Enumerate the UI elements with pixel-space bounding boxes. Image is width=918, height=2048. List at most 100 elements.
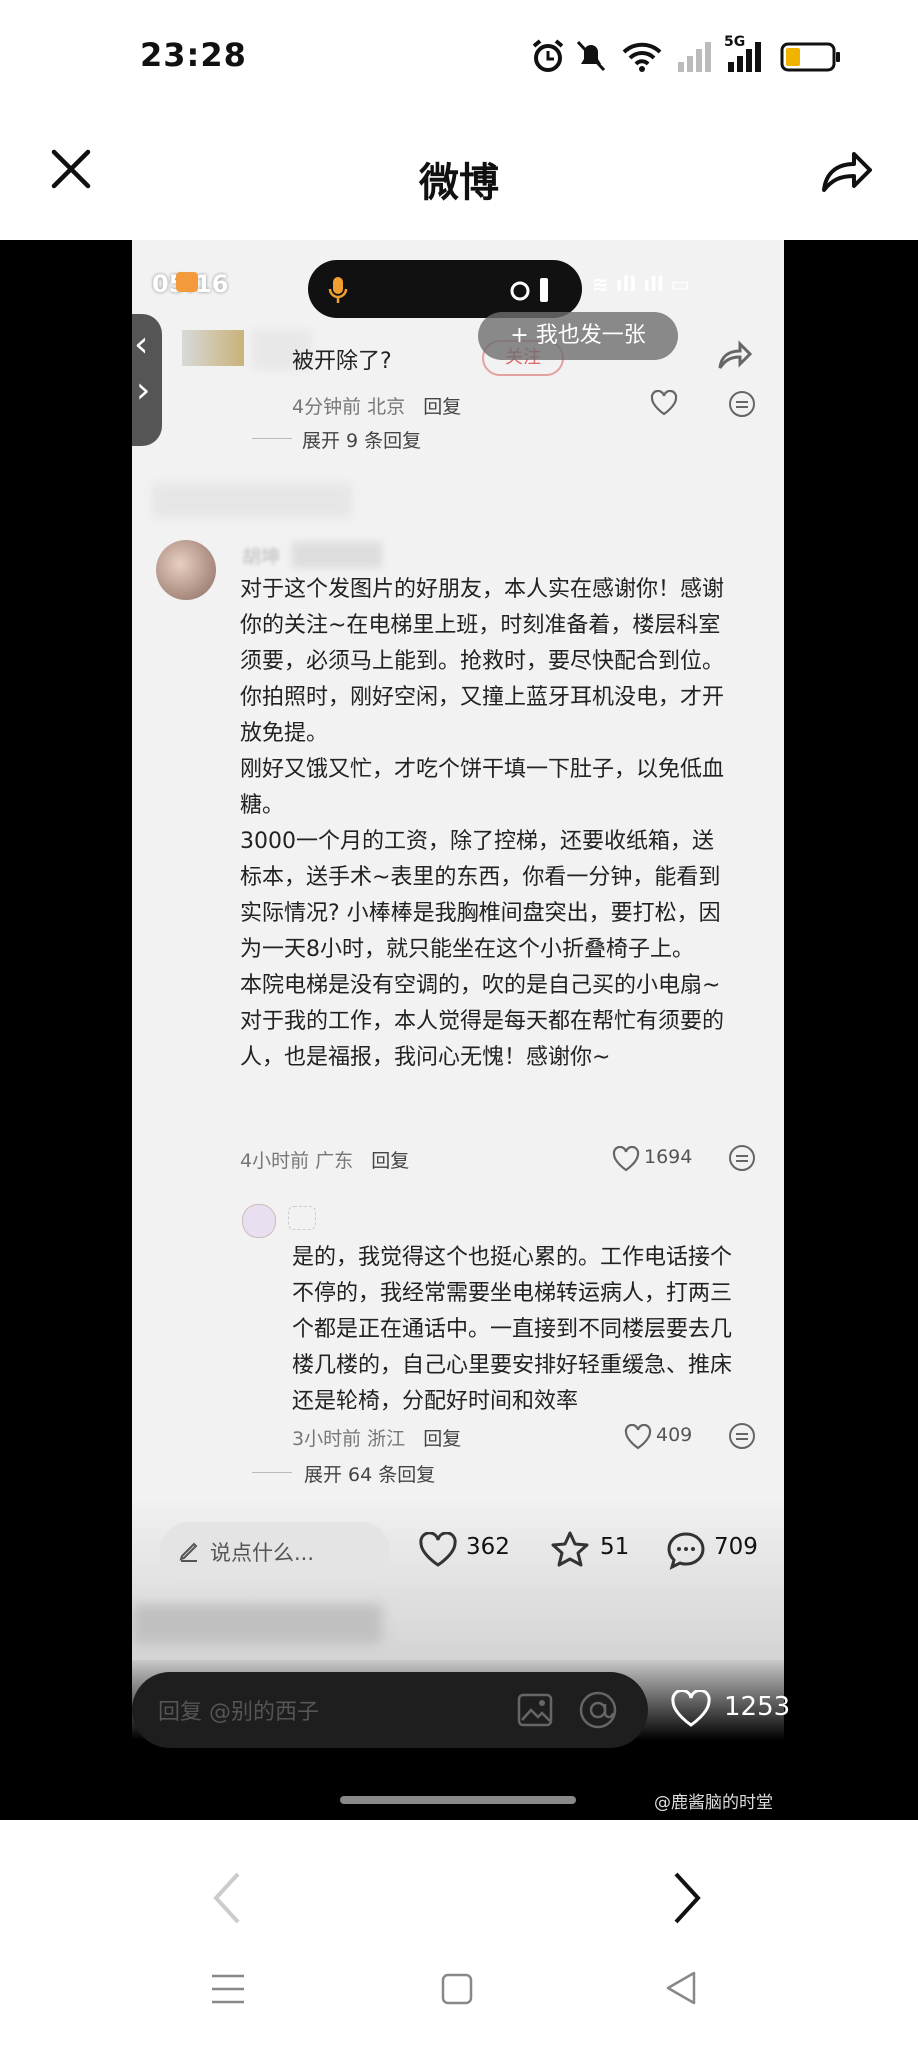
comment-3-heart-icon[interactable] bbox=[624, 1424, 652, 1450]
comment-3-avatar-badge bbox=[288, 1206, 316, 1230]
watermark: @鹿酱脑的时堂 bbox=[654, 1793, 773, 1813]
comment-2-likes: 1694 bbox=[644, 1146, 693, 1168]
comment-3-more-icon[interactable] bbox=[728, 1422, 756, 1450]
inner-share-icon[interactable] bbox=[718, 340, 752, 370]
app-badge-icon bbox=[176, 272, 198, 292]
comment-2-time: 4小时前 bbox=[240, 1150, 310, 1172]
battery-icon bbox=[780, 42, 840, 72]
post-too-button[interactable]: + 我也发一张 bbox=[478, 312, 678, 360]
expand-line bbox=[252, 1472, 292, 1473]
comment-1-more-icon[interactable] bbox=[728, 390, 756, 418]
comment-2-line: 为一天8小时，就只能坐在这个小折叠椅子上。 bbox=[240, 937, 694, 962]
comment-2-username: 胡坤 bbox=[242, 546, 281, 568]
pencil-icon bbox=[179, 1542, 198, 1562]
blurred-strip bbox=[132, 1604, 382, 1644]
comment-2-heart-icon[interactable] bbox=[612, 1146, 640, 1172]
comment-3-avatar bbox=[242, 1204, 276, 1238]
comment-2-line: 刚好又饿又忙，才吃个饼干填一下肚子，以免低血 bbox=[240, 757, 725, 782]
comment-1-time: 4分钟前 bbox=[292, 396, 362, 418]
home-indicator bbox=[340, 1796, 576, 1804]
wifi-icon bbox=[622, 42, 662, 72]
comment-2-line: 须要，必须马上能到。抢救时，要尽快配合到位。 bbox=[240, 649, 725, 674]
status-time: 23:28 bbox=[140, 36, 247, 74]
prev-arrow-icon[interactable] bbox=[212, 1870, 242, 1926]
comment-3-likes: 409 bbox=[656, 1424, 693, 1446]
comment-2-more-icon[interactable] bbox=[728, 1144, 756, 1172]
chevron-left-icon[interactable]: ‹ bbox=[134, 324, 148, 365]
blurred-avatar bbox=[182, 330, 244, 366]
bottom-nav bbox=[0, 1820, 918, 2048]
comment-1-expand[interactable]: 展开 9 条回复 bbox=[302, 426, 421, 453]
mic-icon bbox=[328, 277, 348, 303]
inner-alarm-icon bbox=[510, 281, 530, 301]
inner-like-count: 362 bbox=[466, 1534, 510, 1560]
comment-2-line: 3000一个月的工资，除了控梯，还要收纸箱，送 bbox=[240, 829, 714, 854]
mention-icon[interactable] bbox=[578, 1690, 618, 1730]
inner-comment-icon[interactable] bbox=[666, 1530, 706, 1570]
outer-like-count: 1253 bbox=[724, 1692, 791, 1722]
comment-3-body: 是的，我觉得这个也挺心累的。工作电话接个 不停的，我经常需要坐电梯转运病人，打两… bbox=[292, 1240, 732, 1420]
comment-3-expand[interactable]: 展开 64 条回复 bbox=[304, 1460, 435, 1487]
inner-star-count: 51 bbox=[600, 1534, 630, 1560]
comment-1-text: 被开除了? bbox=[292, 349, 392, 374]
comment-2-location: 广东 bbox=[315, 1150, 354, 1172]
comment-3-line: 还是轮椅，分配好时间和效率 bbox=[292, 1389, 579, 1414]
comment-2-line: 本院电梯是没有空调的，吹的是自己买的小电扇~ bbox=[240, 973, 721, 998]
side-nav-handle[interactable]: ‹ › bbox=[132, 314, 162, 446]
expand-line bbox=[252, 438, 292, 439]
comment-2-meta: 4小时前 广东 回复 bbox=[240, 1146, 409, 1173]
blurred-strip bbox=[152, 484, 352, 518]
comment-2-line: 放免提。 bbox=[240, 721, 329, 746]
screenshot-image: 05:16 ≋ ıll ıll ▭ ‹ › 关注 + 我也发一张 被开除了? 4… bbox=[132, 240, 784, 1660]
status-bar: 23:28 5G bbox=[0, 0, 918, 110]
mute-bell-icon bbox=[576, 40, 606, 72]
comment-2-body: 对于这个发图片的好朋友，本人实在感谢你！感谢 你的关注~在电梯里上班，时刻准备着… bbox=[240, 572, 724, 1076]
comment-3-reply[interactable]: 回复 bbox=[423, 1428, 461, 1450]
comment-2-line: 对于这个发图片的好朋友，本人实在感谢你！感谢 bbox=[240, 577, 725, 602]
reply-input[interactable]: 回复 @别的西子 bbox=[132, 1672, 648, 1748]
app-header: 微博 bbox=[0, 110, 918, 240]
page-title: 微博 bbox=[419, 160, 499, 206]
signal-icon bbox=[728, 42, 761, 72]
dynamic-island bbox=[308, 260, 582, 318]
image-viewer: 05:16 ≋ ıll ıll ▭ ‹ › 关注 + 我也发一张 被开除了? 4… bbox=[0, 240, 918, 1820]
menu-icon[interactable] bbox=[210, 1972, 246, 2006]
inner-like-icon[interactable] bbox=[418, 1532, 458, 1568]
comment-3-line: 楼几楼的，自己心里要安排好轻重缓急、推床 bbox=[292, 1353, 733, 1378]
comment-2-line: 人，也是福报，我问心无愧！感谢你~ bbox=[240, 1045, 611, 1070]
home-icon[interactable] bbox=[440, 1972, 474, 2006]
comment-3-time: 3小时前 bbox=[292, 1428, 362, 1450]
inner-star-icon[interactable] bbox=[550, 1530, 590, 1568]
comment-3-location: 浙江 bbox=[367, 1428, 406, 1450]
comment-3-line: 个都是正在通话中。一直接到不同楼层要去几 bbox=[292, 1317, 733, 1342]
comment-2-line: 糖。 bbox=[240, 793, 285, 818]
blurred-username bbox=[292, 542, 382, 568]
comment-2-line: 你拍照时，刚好空闲，又撞上蓝牙耳机没电，才开 bbox=[240, 685, 725, 710]
comment-1-location: 北京 bbox=[367, 396, 406, 418]
comment-2-line: 标本，送手术~表里的东西，你看一分钟，能看到 bbox=[240, 865, 721, 890]
chevron-right-icon[interactable]: › bbox=[136, 370, 150, 411]
back-icon[interactable] bbox=[664, 1970, 698, 2006]
comment-1-meta: 4分钟前 北京 回复 bbox=[292, 392, 461, 419]
alarm-icon bbox=[532, 39, 564, 72]
comment-1-heart-icon[interactable] bbox=[650, 390, 678, 416]
comment-1-reply[interactable]: 回复 bbox=[423, 396, 461, 418]
inner-comment-input[interactable]: 说点什么... bbox=[160, 1522, 390, 1580]
outer-like-icon[interactable] bbox=[670, 1690, 712, 1728]
comment-2-line: 实际情况? 小棒棒是我胸椎间盘突出，要打松，因 bbox=[240, 901, 721, 926]
comment-2-reply[interactable]: 回复 bbox=[371, 1150, 409, 1172]
inner-comment-count: 709 bbox=[714, 1534, 758, 1560]
comment-3-line: 是的，我觉得这个也挺心累的。工作电话接个 bbox=[292, 1245, 733, 1270]
comment-2-line: 对于我的工作，本人觉得是每天都在帮忙有须要的 bbox=[240, 1009, 725, 1034]
comment-2-line: 你的关注~在电梯里上班，时刻准备着，楼层科室 bbox=[240, 613, 721, 638]
share-icon[interactable] bbox=[820, 146, 872, 194]
vibrate-icon bbox=[540, 278, 548, 302]
signal-empty-icon bbox=[678, 42, 711, 72]
reply-placeholder: 回复 @别的西子 bbox=[158, 1700, 319, 1725]
image-icon[interactable] bbox=[516, 1692, 554, 1728]
next-arrow-icon[interactable] bbox=[672, 1870, 702, 1926]
comment-3-line: 不停的，我经常需要坐电梯转运病人，打两三 bbox=[292, 1281, 733, 1306]
inner-status-icons: ≋ ıll ıll ▭ bbox=[592, 272, 690, 296]
comment-3-meta: 3小时前 浙江 回复 bbox=[292, 1424, 461, 1451]
inner-input-placeholder: 说点什么... bbox=[210, 1541, 315, 1565]
